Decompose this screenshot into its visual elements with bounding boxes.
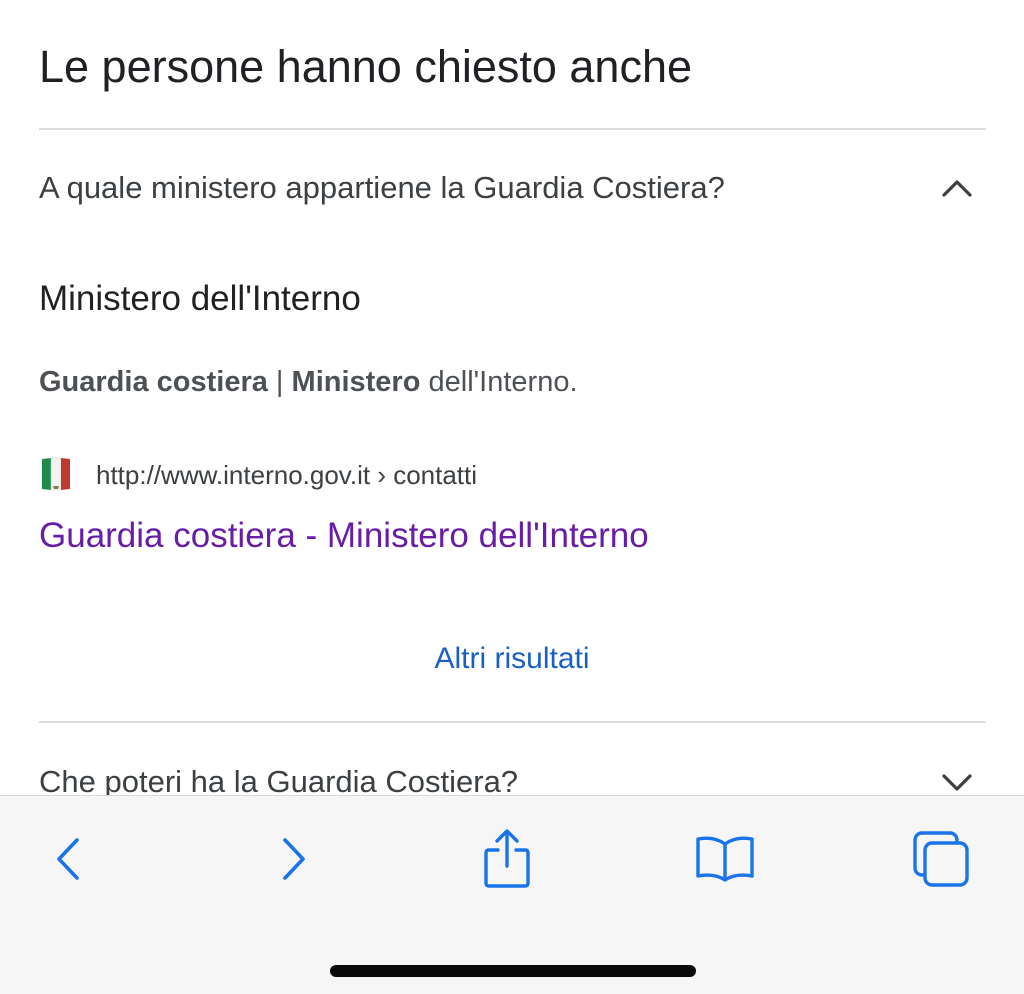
- tabs-icon: [913, 831, 969, 887]
- back-icon: [57, 838, 79, 880]
- safari-toolbar: [0, 795, 1024, 994]
- italian-flag-icon: [42, 457, 70, 491]
- snippet-separator: |: [267, 366, 292, 398]
- snippet-rest: dell'Interno.: [420, 366, 578, 398]
- back-button[interactable]: [34, 824, 104, 894]
- bookmarks-button[interactable]: [690, 824, 760, 894]
- snippet-bold-2: Ministero: [291, 366, 421, 398]
- browser-page: Le persone hanno chiesto anche A quale m…: [0, 0, 1024, 994]
- question-text: A quale ministero appartiene la Guardia …: [39, 170, 725, 205]
- share-icon: [484, 829, 530, 888]
- question-text: Che poteri ha la Guardia Costiera?: [39, 764, 519, 795]
- answer-heading: Ministero dell'Interno: [39, 279, 361, 318]
- home-indicator[interactable]: [330, 965, 696, 977]
- snippet-bold-1: Guardia costiera: [39, 366, 268, 398]
- search-results-content: Le persone hanno chiesto anche A quale m…: [0, 0, 1024, 795]
- divider: [39, 128, 986, 130]
- forward-icon: [283, 838, 305, 880]
- source-row[interactable]: http://www.interno.gov.it › contatti: [39, 456, 939, 496]
- divider: [39, 721, 986, 723]
- forward-button[interactable]: [258, 824, 328, 894]
- source-url: http://www.interno.gov.it › contatti: [96, 460, 478, 490]
- section-title: Le persone hanno chiesto anche: [39, 41, 693, 92]
- share-button[interactable]: [472, 824, 542, 894]
- more-results-button[interactable]: Altri risultati: [0, 640, 1024, 678]
- chevron-down-icon: [942, 774, 972, 791]
- question-row-poteri[interactable]: Che poteri ha la Guardia Costiera?: [39, 752, 986, 795]
- answer-snippet: Guardia costiera | Ministero dell'Intern…: [39, 364, 578, 400]
- chevron-up-icon: [942, 180, 972, 197]
- question-row-ministero[interactable]: A quale ministero appartiene la Guardia …: [39, 158, 986, 218]
- tabs-button[interactable]: [906, 824, 976, 894]
- bookmarks-icon: [696, 836, 754, 882]
- result-link[interactable]: Guardia costiera - Ministero dell'Intern…: [39, 514, 649, 558]
